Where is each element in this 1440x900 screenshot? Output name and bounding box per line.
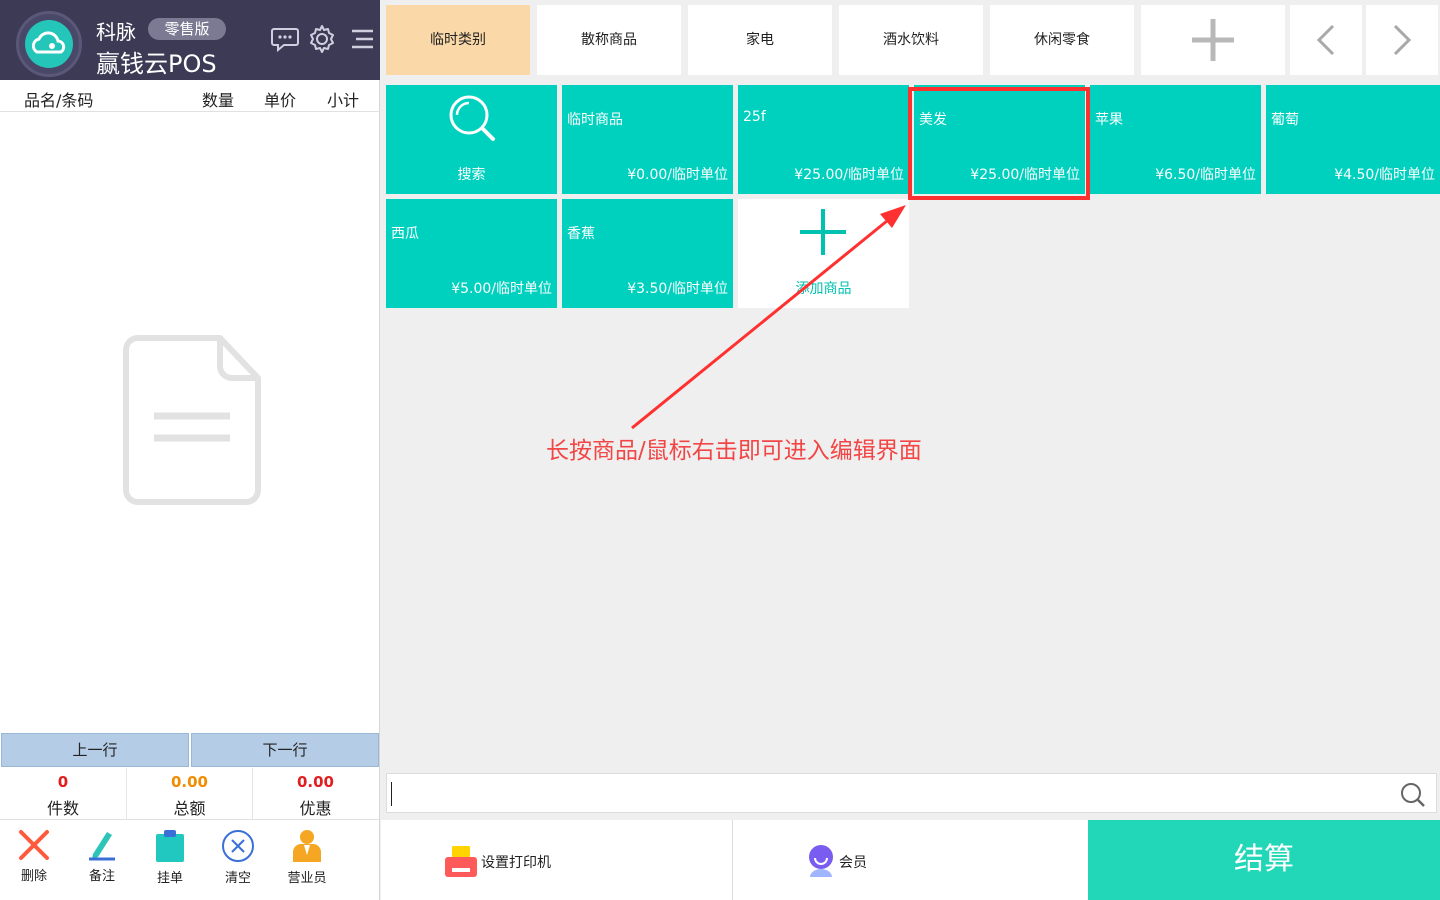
printer-icon <box>445 846 477 877</box>
column-name: 品名/条码 <box>24 91 94 110</box>
annotation-arrow <box>631 205 906 430</box>
product-name: 香蕉 <box>567 226 595 242</box>
gear-icon[interactable] <box>307 24 337 54</box>
product-price: ¥25.00/临时单位 <box>970 167 1080 183</box>
text-caret <box>391 782 392 806</box>
member-label: 会员 <box>839 855 867 871</box>
category-bar: 临时类别 散称商品 家电 酒水饮料 休闲零食 <box>386 5 1440 75</box>
clipboard-icon <box>156 830 184 862</box>
stat-total: 0.00 总额 <box>126 768 252 820</box>
search-product-tile[interactable]: 搜索 <box>386 85 557 194</box>
barcode-search-bar[interactable] <box>386 773 1437 813</box>
plus-icon <box>1192 19 1234 61</box>
next-row-button[interactable]: 下一行 <box>191 733 379 767</box>
product-name: 25f <box>743 109 766 125</box>
edition-badge: 零售版 <box>148 18 226 40</box>
stat-discount: 0.00 优惠 <box>252 768 378 820</box>
column-subtotal: 小计 <box>327 91 360 110</box>
annotation-text: 长按商品/鼠标右击即可进入编辑界面 <box>546 438 922 464</box>
category-tab-appliances[interactable]: 家电 <box>688 5 832 75</box>
product-price: ¥5.00/临时单位 <box>451 281 552 297</box>
app-logo <box>16 11 82 77</box>
product-name: 美发 <box>919 112 947 128</box>
chevron-right-icon <box>1393 24 1412 56</box>
category-tab-snacks[interactable]: 休闲零食 <box>990 5 1134 75</box>
product-price: ¥4.50/临时单位 <box>1334 167 1435 183</box>
printer-settings-button[interactable]: 设置打印机 <box>381 820 733 900</box>
product-tile[interactable]: 西瓜 ¥5.00/临时单位 <box>386 199 557 308</box>
product-tile[interactable]: 美发 ¥25.00/临时单位 <box>914 85 1085 194</box>
category-tab-temporary[interactable]: 临时类别 <box>386 5 530 75</box>
category-tab-drinks[interactable]: 酒水饮料 <box>839 5 983 75</box>
cart-panel: 科脉 零售版 赢钱云POS 品名/条码 数量 单价 小计 上一行 下一行 0 件… <box>0 0 380 900</box>
product-name: 赢钱云POS <box>96 50 217 78</box>
salesperson-button[interactable]: 营业员 <box>277 828 337 896</box>
product-price: ¥0.00/临时单位 <box>627 167 728 183</box>
clear-icon <box>222 830 254 862</box>
barcode-search-input[interactable] <box>391 780 1381 806</box>
search-icon <box>449 95 495 141</box>
product-tile[interactable]: 25f ¥25.00/临时单位 <box>738 85 909 194</box>
product-name: 临时商品 <box>567 112 623 128</box>
add-category-button[interactable] <box>1141 5 1285 75</box>
column-qty: 数量 <box>202 91 235 110</box>
stat-count: 0 件数 <box>46 773 79 818</box>
product-name: 葡萄 <box>1271 112 1299 128</box>
product-name: 西瓜 <box>391 226 419 242</box>
pen-icon <box>89 832 115 861</box>
printer-label: 设置打印机 <box>481 855 551 871</box>
cloud-logo-icon <box>31 31 66 54</box>
member-button[interactable]: 会员 <box>734 820 1088 900</box>
brand-header: 科脉 零售版 赢钱云POS <box>0 0 380 80</box>
search-icon[interactable] <box>1400 782 1426 808</box>
chat-icon[interactable] <box>270 24 300 54</box>
hold-order-button[interactable]: 挂单 <box>140 828 200 896</box>
search-tile-label: 搜索 <box>457 167 486 183</box>
cart-toolbar: 删除 备注 挂单 清空 营业员 <box>0 820 380 900</box>
chevron-left-icon <box>1316 24 1335 56</box>
salesperson-icon <box>293 830 321 862</box>
product-price: ¥25.00/临时单位 <box>794 167 904 183</box>
cart-table-header: 品名/条码 数量 单价 小计 <box>0 80 380 112</box>
product-tile[interactable]: 临时商品 ¥0.00/临时单位 <box>562 85 733 194</box>
clear-button[interactable]: 清空 <box>208 828 268 896</box>
product-tile[interactable]: 葡萄 ¥4.50/临时单位 <box>1266 85 1440 194</box>
column-price: 单价 <box>264 91 297 110</box>
delete-button[interactable]: 删除 <box>4 828 64 896</box>
product-price: ¥6.50/临时单位 <box>1155 167 1256 183</box>
delete-icon <box>19 830 49 860</box>
checkout-button[interactable]: 结算 <box>1088 820 1440 900</box>
empty-document-icon <box>123 335 261 505</box>
member-icon <box>809 845 833 877</box>
menu-icon[interactable] <box>346 24 376 54</box>
product-name: 苹果 <box>1095 112 1123 128</box>
prev-category-button[interactable] <box>1290 5 1362 75</box>
prev-row-button[interactable]: 上一行 <box>1 733 189 767</box>
cart-stats: 0 件数 0.00 总额 0.00 优惠 <box>0 768 380 820</box>
category-tab-weighed[interactable]: 散称商品 <box>537 5 681 75</box>
note-button[interactable]: 备注 <box>72 828 132 896</box>
next-category-button[interactable] <box>1366 5 1438 75</box>
product-tile[interactable]: 苹果 ¥6.50/临时单位 <box>1090 85 1261 194</box>
brand-name: 科脉 <box>96 20 136 44</box>
